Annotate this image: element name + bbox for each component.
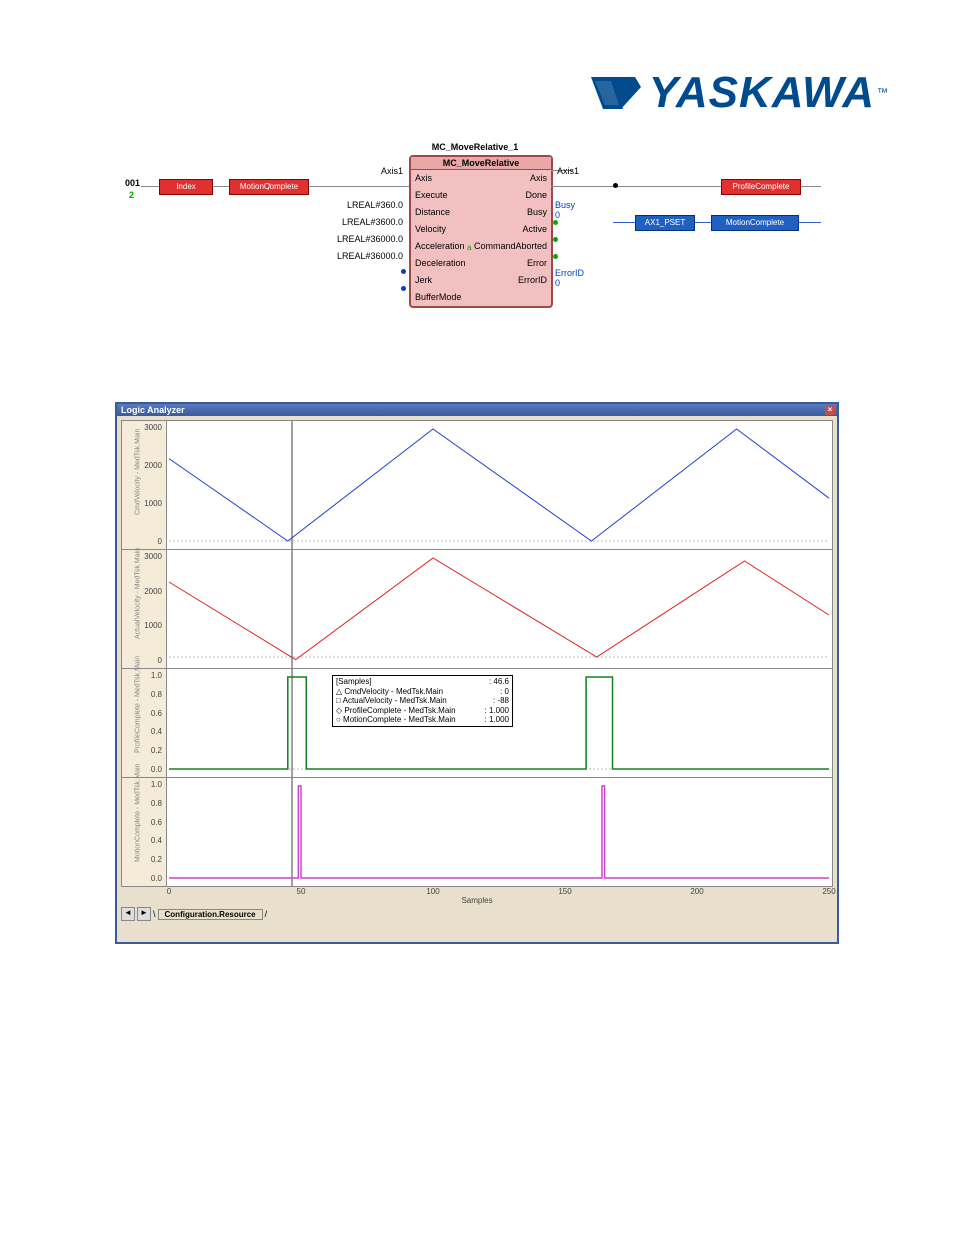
- chart-pane-3[interactable]: MotionComplete - MedTsk.Main 1.0 0.8 0.6 0.4…: [121, 777, 833, 887]
- rung-sub: 2: [129, 190, 134, 200]
- chart-area[interactable]: CmdVelocity - MedTsk.Main3000200010000Ac…: [117, 416, 837, 905]
- coil-motioncomplete[interactable]: MotionComplete: [711, 215, 799, 231]
- y-tick: 0.4: [132, 727, 162, 736]
- tab-next-button[interactable]: ►: [137, 907, 151, 921]
- logo-text: YASKAWA: [649, 68, 875, 118]
- y-tick: 0.4: [132, 836, 162, 845]
- x-tick: 200: [690, 887, 703, 896]
- wire-errorid-val: 0: [555, 278, 560, 288]
- fb-in-decel: Deceleration: [415, 257, 466, 270]
- logo: YASKAWA ™: [585, 68, 888, 118]
- tab-config-resource[interactable]: Configuration.Resource: [158, 909, 263, 920]
- function-block[interactable]: MC_MoveRelative Axis Execute Distance Ve…: [409, 155, 553, 308]
- y-tick: 0.6: [132, 709, 162, 718]
- analyzer-titlebar[interactable]: Logic Analyzer ×: [117, 404, 837, 416]
- wire-busy-val: 0: [555, 210, 560, 220]
- fb-out-busy: Busy: [474, 206, 547, 219]
- fb-in-axis: Axis: [415, 172, 466, 185]
- contact-index[interactable]: Index: [159, 179, 213, 195]
- y-tick: 0.0: [132, 874, 162, 883]
- fb-in-velocity: Velocity: [415, 223, 466, 236]
- y-axis-label: ProfileComplete - MedTsk.Main: [135, 693, 142, 753]
- wire-accel-val: LREAL#36000.0: [309, 234, 403, 244]
- fb-type: MC_MoveRelative: [411, 157, 551, 170]
- chart-pane-0[interactable]: CmdVelocity - MedTsk.Main3000200010000: [121, 420, 833, 549]
- sample-info-box[interactable]: [Samples]: 46.6△ CmdVelocity - MedTsk.Ma…: [332, 675, 513, 727]
- fb-out-cmdabort: CommandAborted: [474, 240, 547, 253]
- fb-instance-name: MC_MoveRelative_1: [432, 142, 519, 152]
- contact-motioncomplete[interactable]: MotionComplete /: [229, 179, 309, 195]
- x-tick: 150: [558, 887, 571, 896]
- y-tick: 1.0: [132, 780, 162, 789]
- ladder-diagram: 001 2 Index MotionComplete / Axis1 LREAL…: [115, 142, 835, 342]
- wire-decel-val: LREAL#36000.0: [309, 251, 403, 261]
- rung-number: 001: [125, 178, 140, 188]
- wire-axis1-out: Axis1: [557, 166, 579, 176]
- fb-in-buffermode: BufferMode: [415, 291, 466, 304]
- y-axis-label: MotionComplete - MedTsk.Main: [135, 802, 142, 862]
- y-tick: 2000: [132, 461, 162, 470]
- coil-profilecomplete[interactable]: ProfileComplete: [721, 179, 801, 195]
- logo-tm: ™: [877, 87, 888, 99]
- wire-velocity-val: LREAL#3600.0: [315, 217, 403, 227]
- y-tick: 0.8: [132, 690, 162, 699]
- fb-in-accel: Acceleration: [415, 240, 466, 253]
- x-tick: 100: [426, 887, 439, 896]
- y-tick: 0.8: [132, 799, 162, 808]
- x-tick: 250: [822, 887, 835, 896]
- wire-distance-val: LREAL#360.0: [315, 200, 403, 210]
- y-tick: 3000: [132, 552, 162, 561]
- y-tick: 1000: [132, 621, 162, 630]
- y-tick: 0: [132, 537, 162, 546]
- chart-pane-1[interactable]: ActualVelocity - MedTsk.Main300020001000…: [121, 549, 833, 668]
- fb-in-jerk: Jerk: [415, 274, 466, 287]
- logo-mark-icon: [585, 71, 643, 115]
- fb-out-error: Error: [474, 257, 547, 270]
- wire-axis1-in: Axis1: [347, 166, 403, 176]
- bottom-tab-bar: ◄ ► \ Configuration.Resource /: [117, 905, 837, 923]
- fb-mid-a: a: [467, 243, 471, 252]
- wire-busy: Busy: [555, 200, 575, 210]
- chart-pane-2[interactable]: ProfileComplete - MedTsk.Main 1.0 0.8 0.6 0.…: [121, 668, 833, 777]
- x-tick: 50: [297, 887, 306, 896]
- x-tick: 0: [167, 887, 171, 896]
- fb-in-execute: Execute: [415, 189, 466, 202]
- fb-out-errorid: ErrorID: [474, 274, 547, 287]
- close-icon[interactable]: ×: [825, 405, 835, 415]
- logic-analyzer-window: Logic Analyzer × CmdVelocity - MedTsk.Ma…: [115, 402, 839, 944]
- y-tick: 1000: [132, 499, 162, 508]
- y-tick: 0.2: [132, 746, 162, 755]
- y-tick: 0.2: [132, 855, 162, 864]
- fb-out-active: Active: [474, 223, 547, 236]
- fb-in-distance: Distance: [415, 206, 466, 219]
- wire-errorid: ErrorID: [555, 268, 584, 278]
- y-tick: 3000: [132, 423, 162, 432]
- fb-out-axis: Axis: [474, 172, 547, 185]
- y-tick: 1.0: [132, 671, 162, 680]
- fb-out-done: Done: [474, 189, 547, 202]
- tab-prev-button[interactable]: ◄: [121, 907, 135, 921]
- y-tick: 0.6: [132, 818, 162, 827]
- block-ax1-pset[interactable]: AX1_PSET: [635, 215, 695, 231]
- x-axis-label: Samples: [461, 896, 492, 905]
- y-tick: 2000: [132, 587, 162, 596]
